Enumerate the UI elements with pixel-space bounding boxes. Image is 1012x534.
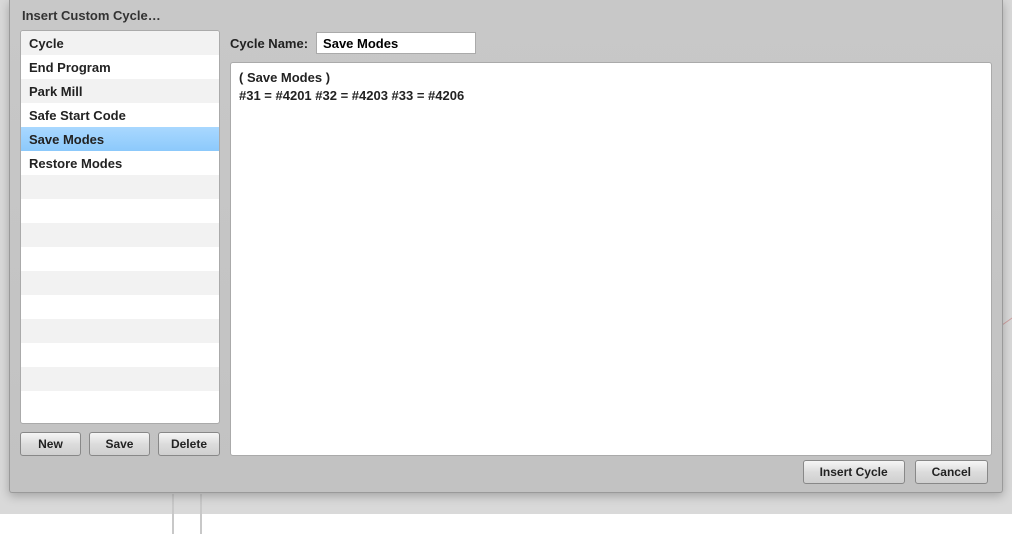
cycle-list-item[interactable]: Save Modes — [21, 127, 219, 151]
insert-cycle-button[interactable]: Insert Cycle — [803, 460, 905, 484]
cycle-list-empty-row — [21, 199, 219, 223]
cycle-list-empty-row — [21, 391, 219, 415]
background-decoration — [200, 494, 202, 534]
cycle-list-item[interactable]: End Program — [21, 55, 219, 79]
cancel-button[interactable]: Cancel — [915, 460, 988, 484]
background-decoration — [172, 494, 174, 534]
sidebar: CycleEnd ProgramPark MillSafe Start Code… — [20, 30, 220, 456]
cycle-list-item[interactable]: Restore Modes — [21, 151, 219, 175]
main-panel: Cycle Name: ( Save Modes ) #31 = #4201 #… — [230, 30, 992, 456]
cycle-list-empty-row — [21, 247, 219, 271]
cycle-name-input[interactable] — [316, 32, 476, 54]
cycle-list-empty-row — [21, 367, 219, 391]
cycle-list-empty-row — [21, 295, 219, 319]
new-button[interactable]: New — [20, 432, 81, 456]
cycle-list-empty-row — [21, 343, 219, 367]
delete-button[interactable]: Delete — [158, 432, 220, 456]
cycle-list-empty-row — [21, 175, 219, 199]
cycle-name-label: Cycle Name: — [230, 36, 308, 51]
cycle-list-empty-row — [21, 319, 219, 343]
save-button[interactable]: Save — [89, 432, 150, 456]
insert-custom-cycle-dialog: Insert Custom Cycle… CycleEnd ProgramPar… — [9, 0, 1003, 493]
dialog-title: Insert Custom Cycle… — [10, 0, 1002, 30]
sidebar-buttons: New Save Delete — [20, 432, 220, 456]
cycle-list[interactable]: CycleEnd ProgramPark MillSafe Start Code… — [20, 30, 220, 424]
cycle-list-empty-row — [21, 271, 219, 295]
cycle-code-textarea[interactable]: ( Save Modes ) #31 = #4201 #32 = #4203 #… — [230, 62, 992, 456]
cycle-list-item[interactable]: Safe Start Code — [21, 103, 219, 127]
dialog-actions: Insert Cycle Cancel — [803, 460, 988, 484]
cycle-name-row: Cycle Name: — [230, 30, 992, 56]
dialog-content: CycleEnd ProgramPark MillSafe Start Code… — [20, 30, 992, 456]
cycle-list-item[interactable]: Cycle — [21, 31, 219, 55]
cycle-list-empty-row — [21, 223, 219, 247]
cycle-list-item[interactable]: Park Mill — [21, 79, 219, 103]
